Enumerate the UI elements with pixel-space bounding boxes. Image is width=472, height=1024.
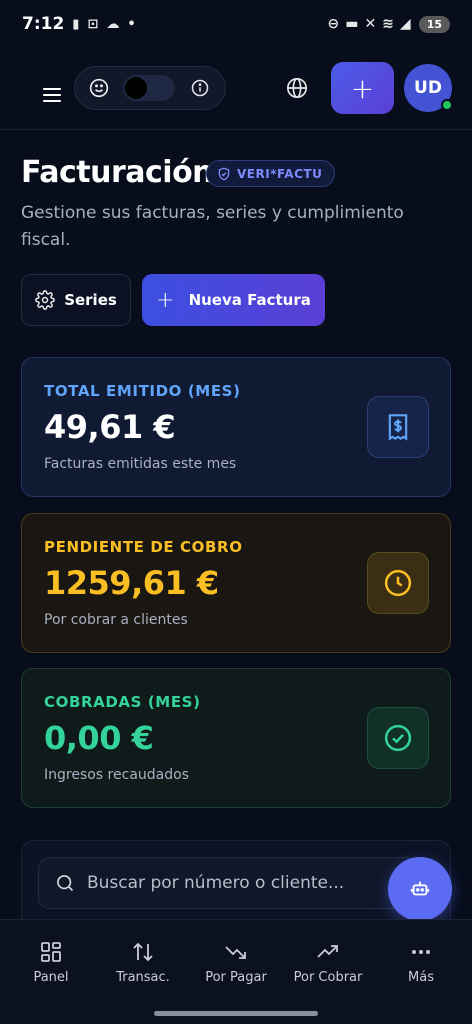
new-invoice-button-label: Nueva Factura	[188, 291, 311, 309]
stat-card-label: TOTAL EMITIDO (MES)	[44, 382, 241, 400]
more-dots-icon	[412, 950, 430, 954]
status-bar: 7:12 ▮ ⊡ ☁ • ⊖ ▬ ✕ ≋ ◢ 15	[0, 0, 472, 48]
receipt-dollar-icon	[367, 396, 429, 458]
nav-item-payables[interactable]: Por Pagar	[191, 940, 281, 985]
bed-icon: ▬	[345, 16, 359, 32]
stat-card-description: Facturas emitidas este mes	[44, 456, 237, 472]
quick-toggle-group	[74, 66, 226, 110]
nav-item-panel[interactable]: Panel	[6, 940, 96, 985]
cloud-icon: ☁	[106, 16, 120, 32]
nav-item-transactions[interactable]: Transac.	[98, 940, 188, 985]
new-invoice-button[interactable]: + Nueva Factura	[142, 274, 325, 326]
verifactu-badge: VERI*FACTU	[206, 160, 336, 187]
stat-card-amount: 49,61 €	[44, 408, 176, 446]
trending-down-icon	[225, 946, 246, 959]
status-time: 7:12	[22, 14, 65, 34]
grid-icon	[41, 942, 61, 962]
search-placeholder: Buscar por número o cliente...	[87, 873, 345, 893]
clock-icon	[367, 552, 429, 614]
nav-item-label: Transac.	[116, 970, 170, 985]
online-status-dot	[441, 99, 453, 111]
stat-card-pending[interactable]: PENDIENTE DE COBRO 1259,61 € Por cobrar …	[21, 513, 451, 653]
home-indicator[interactable]	[154, 1011, 318, 1016]
swap-vertical-icon	[133, 942, 153, 962]
mute-icon: ✕	[364, 16, 377, 32]
gear-icon	[35, 290, 56, 310]
stat-card-description: Ingresos recaudados	[44, 767, 189, 783]
menu-icon[interactable]	[43, 88, 61, 102]
avatar[interactable]: UD	[404, 64, 453, 112]
stat-card-label: PENDIENTE DE COBRO	[44, 538, 243, 556]
nav-item-label: Más	[408, 970, 434, 985]
verifactu-badge-label: VERI*FACTU	[237, 166, 323, 181]
smile-icon[interactable]	[89, 78, 109, 98]
series-button-label: Series	[64, 291, 117, 309]
nav-item-receivables[interactable]: Por Cobrar	[283, 940, 373, 985]
bottom-nav: Panel Transac. Por Pagar Por Cobrar Más	[0, 919, 472, 1024]
stat-card-amount: 0,00 €	[44, 719, 154, 757]
info-icon[interactable]	[191, 79, 209, 97]
stat-card-issued[interactable]: TOTAL EMITIDO (MES) 49,61 € Facturas emi…	[21, 357, 451, 497]
screenshot-icon: ⊡	[87, 16, 99, 32]
assistant-button[interactable]	[388, 857, 452, 921]
battery-badge: 15	[418, 15, 450, 33]
toggle-knob	[125, 77, 147, 99]
add-button[interactable]: +	[331, 62, 394, 114]
wifi-icon: ≋	[382, 16, 394, 32]
robot-icon	[410, 881, 430, 896]
nav-item-label: Por Cobrar	[293, 970, 363, 985]
plus-icon: +	[156, 287, 175, 313]
avatar-initials: UD	[414, 78, 442, 98]
series-button[interactable]: Series	[21, 274, 131, 326]
search-icon	[57, 875, 74, 892]
stat-card-label: COBRADAS (MES)	[44, 693, 201, 711]
stat-card-collected[interactable]: COBRADAS (MES) 0,00 € Ingresos recaudado…	[21, 668, 451, 808]
app-bar: + UD	[0, 48, 472, 130]
nav-item-more[interactable]: Más	[376, 940, 466, 985]
nav-item-label: Panel	[33, 970, 69, 985]
theme-toggle[interactable]	[123, 75, 175, 101]
battery-saver-icon: ▮	[72, 16, 80, 32]
signal-icon: ◢	[399, 16, 411, 32]
stat-card-amount: 1259,61 €	[44, 564, 219, 602]
search-input[interactable]: Buscar por número o cliente...	[38, 857, 418, 909]
check-circle-icon	[367, 707, 429, 769]
dot-icon: •	[127, 16, 136, 32]
dnd-icon: ⊖	[327, 16, 340, 32]
shield-check-icon	[218, 166, 230, 181]
globe-icon[interactable]	[286, 77, 308, 99]
stat-card-description: Por cobrar a clientes	[44, 612, 188, 628]
plus-icon: +	[350, 71, 375, 105]
trending-up-icon	[317, 945, 338, 958]
page-title: Facturación	[21, 155, 214, 190]
nav-item-label: Por Pagar	[205, 970, 267, 985]
page-subtitle: Gestione sus facturas, series y cumplimi…	[21, 203, 404, 250]
